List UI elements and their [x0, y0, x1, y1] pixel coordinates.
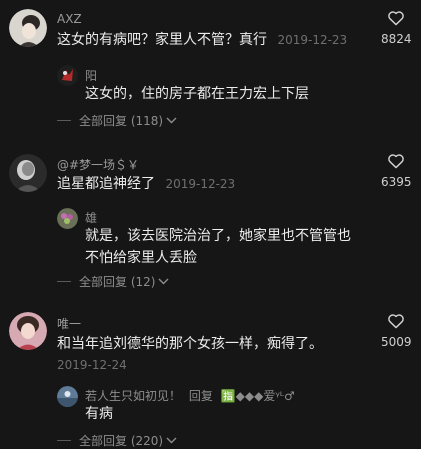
like-button[interactable]: 5009 [381, 313, 412, 349]
comment-body: 和当年追刘德华的那个女孩一样，痴得了。 [57, 336, 323, 352]
reply-text-line: 不怕给家里人丢脸 [85, 250, 197, 266]
reply-username[interactable]: 阳 [85, 67, 97, 84]
divider [57, 281, 71, 282]
view-replies-label: 全部回复 (12) [79, 275, 156, 289]
avatar[interactable] [9, 9, 47, 47]
heart-icon [388, 314, 404, 329]
like-button[interactable]: 8824 [381, 10, 412, 46]
avatar[interactable] [9, 154, 47, 192]
comment-text: 追星都追神经了 2019-12-23 [57, 173, 235, 195]
heart-icon [388, 154, 404, 169]
comment-text: 这女的有病吧？家里人不管？真行 2019-12-23 [57, 29, 347, 51]
like-count: 6395 [381, 175, 412, 189]
reply-username[interactable]: 若人生只如初见！ [85, 389, 181, 403]
comment-date: 2019-12-23 [277, 33, 348, 47]
comment-body: 追星都追神经了 [57, 176, 155, 192]
view-replies-button[interactable]: 全部回复 (12) [57, 273, 169, 290]
comment-username[interactable]: @#梦一场＄￥ [57, 156, 139, 173]
reply-avatar[interactable] [57, 208, 78, 229]
reply-header: 若人生只如初见！ 回复 🈯◆◆◆爱ᵞᴸ♂ [85, 387, 295, 404]
reply-action: 回复 [188, 389, 213, 403]
comment-date: 2019-12-23 [165, 177, 236, 191]
like-count: 5009 [381, 335, 412, 349]
heart-icon [388, 11, 404, 26]
reply-avatar[interactable] [57, 386, 78, 407]
comment-username[interactable]: AXZ [57, 12, 82, 26]
comment-username[interactable]: 唯一 [57, 315, 81, 332]
divider [57, 120, 71, 121]
reply-text-line: 就是，该去医院治治了，她家里也不管管也 [85, 228, 351, 244]
reply-target-username[interactable]: 🈯◆◆◆爱ᵞᴸ♂ [221, 389, 295, 403]
view-replies-label: 全部回复 (118) [79, 114, 164, 128]
reply-avatar[interactable] [57, 65, 78, 86]
avatar[interactable] [9, 312, 47, 350]
reply-username[interactable]: 雄 [85, 209, 97, 226]
reply-text: 有病 [85, 406, 113, 422]
like-button[interactable]: 6395 [381, 153, 412, 189]
reply-text: 就是，该去医院治治了，她家里也不管管也 不怕给家里人丢脸 [85, 225, 351, 269]
chevron-down-icon [158, 278, 169, 285]
reply-text: 这女的，住的房子都在王力宏上下层 [85, 86, 309, 102]
view-replies-button[interactable]: 全部回复 (118) [57, 112, 177, 129]
comment-date: 2019-12-24 [57, 358, 127, 372]
like-count: 8824 [381, 32, 412, 46]
chevron-down-icon [166, 117, 177, 124]
comment-body: 这女的有病吧？家里人不管？真行 [57, 32, 267, 48]
